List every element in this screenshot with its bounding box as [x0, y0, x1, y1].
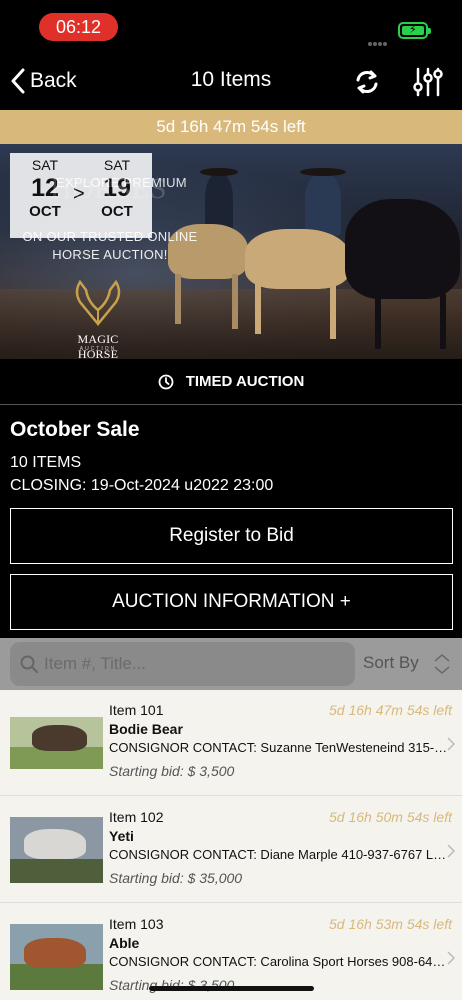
sort-by-button[interactable]: Sort By: [363, 653, 419, 673]
item-time-left: 5d 16h 47m 54s left: [329, 702, 452, 718]
chevron-right-icon: [447, 844, 456, 858]
item-thumbnail: [10, 817, 103, 883]
status-time: 06:12: [39, 13, 118, 41]
battery-charging-icon: ⚡: [398, 22, 431, 39]
sale-title: October Sale: [10, 418, 140, 441]
sort-icon[interactable]: [432, 652, 452, 676]
item-contact: CONSIGNOR CONTACT: Diane Marple 410-937-…: [109, 847, 449, 862]
horse-image: [245, 229, 350, 289]
item-time-left: 5d 16h 53m 54s left: [329, 916, 452, 932]
horse-image: [345, 199, 460, 299]
back-label: Back: [30, 69, 77, 92]
item-time-left: 5d 16h 50m 54s left: [329, 809, 452, 825]
item-thumbnail: [10, 717, 103, 769]
back-button[interactable]: Back: [10, 64, 77, 98]
auction-information-button[interactable]: AUCTION INFORMATION +: [10, 574, 453, 630]
tagline-line-2: HORSE AUCTION!: [52, 247, 168, 262]
item-name: Yeti: [109, 828, 134, 844]
status-bar: 06:12 ⚡: [0, 0, 462, 52]
item-starting-bid: Starting bid: $ 3,500: [109, 763, 235, 779]
tagline-horses: HORSES: [50, 172, 167, 205]
search-bar: Item #, Title... Sort By: [0, 638, 462, 690]
search-placeholder: Item #, Title...: [44, 654, 147, 673]
tagline-line-1: ON OUR TRUSTED ONLINE: [22, 229, 198, 244]
chevron-left-icon: [11, 68, 25, 94]
start-dow: SAT: [31, 157, 59, 173]
rider-image: [305, 174, 341, 236]
chevron-right-icon: [447, 951, 456, 965]
logo-sub-text: AUCTION: [79, 346, 117, 352]
item-name: Bodie Bear: [109, 721, 183, 737]
list-item[interactable]: Item 102 5d 16h 50m 54s left Yeti CONSIG…: [0, 797, 462, 903]
auction-type-bar: TIMED AUCTION: [0, 359, 462, 405]
item-starting-bid: Starting bid: $ 35,000: [109, 870, 243, 886]
countdown-banner: 5d 16h 47m 54s left: [0, 110, 462, 144]
end-month: OCT: [101, 203, 133, 220]
hero-tagline: EXPLORE PREMIUM HORSES ON OUR TRUSTED ON…: [10, 174, 210, 264]
item-number: Item 102: [109, 809, 164, 825]
chevron-right-icon: [447, 737, 456, 751]
filter-sliders-icon[interactable]: [413, 66, 443, 98]
item-name: Able: [109, 935, 140, 951]
search-icon: [20, 655, 38, 673]
item-number: Item 103: [109, 916, 164, 932]
auction-type-label: TIMED AUCTION: [185, 373, 305, 390]
home-indicator[interactable]: [149, 986, 314, 991]
list-item[interactable]: Item 101 5d 16h 47m 54s left Bodie Bear …: [0, 690, 462, 796]
item-number: Item 101: [109, 702, 164, 718]
signal-icon: [368, 33, 392, 46]
nav-bar: Back 10 Items: [0, 52, 462, 110]
search-input[interactable]: Item #, Title...: [10, 642, 355, 686]
magic-horse-logo: MAGIC HORSE AUCTION: [58, 274, 138, 359]
page-title: 10 Items: [190, 68, 272, 91]
clock-icon: [158, 374, 174, 389]
horse-logo-icon: [75, 279, 121, 326]
item-contact: CONSIGNOR CONTACT: Carolina Sport Horses…: [109, 954, 449, 969]
sale-item-count: 10 ITEMS: [10, 454, 82, 471]
register-to-bid-button[interactable]: Register to Bid: [10, 508, 453, 564]
sale-closing: CLOSING: 19-Oct-2024 u2022 23:00: [10, 477, 274, 494]
item-contact: CONSIGNOR CONTACT: Suzanne TenWesteneind…: [109, 740, 449, 755]
item-thumbnail: [10, 924, 103, 990]
start-month: OCT: [29, 203, 61, 220]
end-dow: SAT: [103, 157, 131, 173]
refresh-icon[interactable]: [352, 67, 382, 97]
item-list: Item 101 5d 16h 47m 54s left Bodie Bear …: [0, 690, 462, 1000]
hero-banner: SAT 12 OCT > SAT 19 OCT EXPLORE PREMIUM …: [0, 144, 462, 359]
